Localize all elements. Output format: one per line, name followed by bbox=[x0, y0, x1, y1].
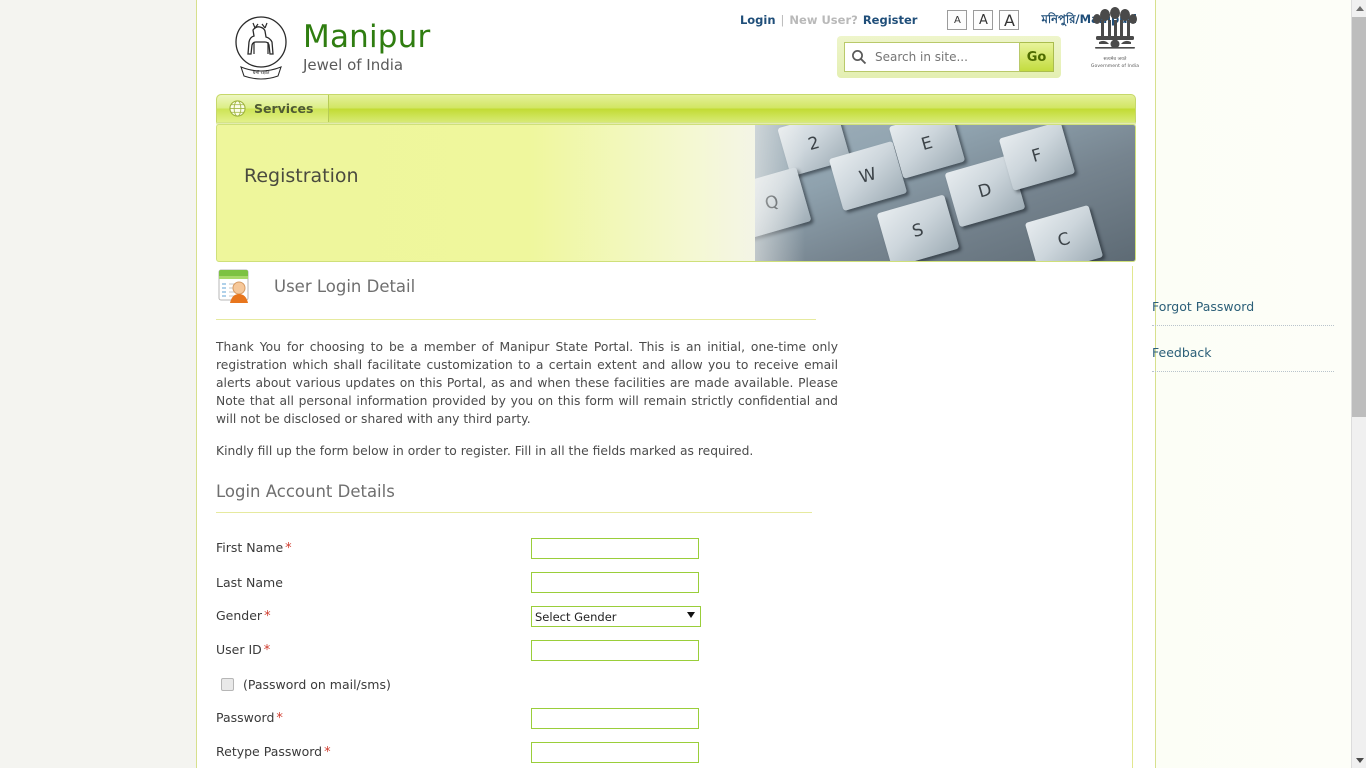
password-on-mail-sms-label: (Password on mail/sms) bbox=[243, 676, 391, 692]
font-size-small-button[interactable]: A bbox=[947, 10, 968, 30]
gender-select-wrapper: Select Gender Male Female bbox=[531, 606, 701, 627]
required-marker: * bbox=[263, 643, 271, 658]
password-input[interactable] bbox=[531, 707, 699, 729]
keyboard-key: C bbox=[1024, 204, 1104, 261]
utility-separator: | bbox=[780, 13, 785, 27]
keyboard-key: Q bbox=[755, 166, 812, 240]
label-text: User ID bbox=[216, 642, 262, 657]
required-marker: * bbox=[324, 745, 331, 760]
form-row-gender: Gender* Select Gender Male Female bbox=[216, 599, 1116, 633]
login-link[interactable]: Login bbox=[740, 13, 776, 27]
label-last-name: Last Name bbox=[216, 575, 531, 590]
search-input[interactable] bbox=[873, 49, 1019, 65]
section-header: User Login Detail bbox=[216, 268, 816, 320]
font-size-large-button[interactable]: A bbox=[999, 10, 1020, 30]
main-content-column: User Login Detail Thank You for choosing… bbox=[216, 268, 1116, 768]
site-logo-block[interactable]: धर्मो रक्षति Manipur Jewel of India bbox=[231, 12, 430, 82]
scrollbar-thumb[interactable] bbox=[1352, 17, 1366, 417]
label-user-id: User ID * bbox=[216, 642, 531, 658]
globe-icon bbox=[229, 100, 246, 117]
sidebar: Forgot Password Feedback bbox=[1152, 296, 1334, 388]
keyboard-key: S bbox=[876, 194, 960, 261]
new-user-label: New User? bbox=[789, 13, 858, 27]
label-text: Retype Password bbox=[216, 744, 323, 759]
required-marker: * bbox=[285, 541, 292, 556]
emblem-caption-hindi: सत्यमेव जयते bbox=[1103, 57, 1127, 62]
feedback-link[interactable]: Feedback bbox=[1152, 345, 1212, 360]
site-header: धर्मो रक्षति Manipur Jewel of India Logi… bbox=[197, 0, 1155, 94]
label-gender: Gender * bbox=[216, 608, 531, 624]
forgot-password-link[interactable]: Forgot Password bbox=[1152, 299, 1254, 314]
retype-password-input[interactable] bbox=[531, 741, 699, 763]
label-password: Password * bbox=[216, 710, 531, 726]
form-row-password: Password * bbox=[216, 701, 1116, 735]
user-form-icon bbox=[217, 268, 254, 305]
search-go-button[interactable]: Go bbox=[1020, 42, 1054, 72]
main-navigation-bar: Services bbox=[216, 94, 1136, 122]
ashoka-pillar-icon bbox=[1093, 7, 1137, 49]
form-row-first-name: First Name * bbox=[216, 531, 1116, 565]
keyboard-photo: 2 W E Q S D F C bbox=[755, 125, 1135, 261]
last-name-input[interactable] bbox=[531, 571, 699, 593]
site-tagline: Jewel of India bbox=[303, 56, 404, 74]
column-divider bbox=[1132, 266, 1133, 768]
scroll-down-button[interactable] bbox=[1352, 752, 1366, 768]
password-on-mail-sms-checkbox[interactable] bbox=[221, 677, 234, 691]
form-row-password-delivery: (Password on mail/sms) bbox=[216, 667, 1116, 701]
required-marker: * bbox=[276, 711, 283, 726]
keyboard-key: F bbox=[998, 125, 1076, 191]
nav-tab-services[interactable]: Services bbox=[217, 95, 329, 122]
page-content-column: धर्मो रक्षति Manipur Jewel of India Logi… bbox=[197, 0, 1334, 768]
page-banner: 2 W E Q S D F C Registration bbox=[216, 124, 1136, 262]
banner-title: Registration bbox=[244, 165, 359, 187]
intro-paragraph: Thank You for choosing to be a member of… bbox=[216, 340, 838, 426]
label-text: Last Name bbox=[216, 574, 283, 590]
chevron-up-icon bbox=[1355, 5, 1364, 11]
font-size-controls: A A A bbox=[947, 10, 1020, 30]
gender-select[interactable]: Select Gender Male Female bbox=[531, 606, 701, 627]
search-icon bbox=[851, 49, 867, 65]
nav-tab-label: Services bbox=[254, 101, 314, 116]
form-row-retype-password: Retype Password * bbox=[216, 735, 1116, 768]
scroll-up-button[interactable] bbox=[1352, 0, 1366, 16]
browser-viewport: धर्मो रक्षति Manipur Jewel of India Logi… bbox=[0, 0, 1366, 768]
form-row-last-name: Last Name bbox=[216, 565, 1116, 599]
label-text: Gender bbox=[216, 608, 263, 623]
form-section-title: Login Account Details bbox=[216, 482, 812, 513]
user-id-input[interactable] bbox=[531, 639, 699, 661]
chevron-down-icon bbox=[1355, 757, 1364, 763]
utility-navigation: Login | New User? Register A A A মনিপুরি… bbox=[740, 10, 1137, 30]
vertical-scrollbar[interactable] bbox=[1351, 0, 1366, 768]
government-of-india-emblem: सत्यमेव जयते Government of India bbox=[1089, 6, 1141, 70]
label-text: Password bbox=[216, 710, 275, 725]
label-text: First Name bbox=[216, 540, 284, 555]
brand-text-block: Manipur Jewel of India bbox=[303, 20, 430, 74]
register-link[interactable]: Register bbox=[863, 13, 918, 27]
label-first-name: First Name * bbox=[216, 540, 531, 556]
emblem-caption-english: Government of India bbox=[1090, 64, 1140, 69]
site-title: Manipur bbox=[303, 19, 431, 55]
font-size-medium-button[interactable]: A bbox=[973, 10, 994, 30]
required-marker: * bbox=[264, 609, 271, 624]
sidebar-item-feedback: Feedback bbox=[1152, 342, 1334, 372]
site-search: Go bbox=[837, 36, 1061, 78]
registration-form: First Name * Last Name Gender * Select G… bbox=[216, 531, 1116, 768]
search-field-container[interactable] bbox=[844, 42, 1020, 72]
manipur-state-emblem-icon: धर्मो रक्षति bbox=[231, 12, 291, 82]
label-retype-password: Retype Password * bbox=[216, 744, 531, 760]
sidebar-item-forgot-password: Forgot Password bbox=[1152, 296, 1334, 326]
instruction-paragraph: Kindly fill up the form below in order t… bbox=[216, 444, 754, 458]
page-title: User Login Detail bbox=[274, 277, 416, 296]
svg-text:धर्मो रक्षति: धर्मो रक्षति bbox=[253, 69, 270, 76]
form-row-user-id: User ID * bbox=[216, 633, 1116, 667]
first-name-input[interactable] bbox=[531, 537, 699, 559]
